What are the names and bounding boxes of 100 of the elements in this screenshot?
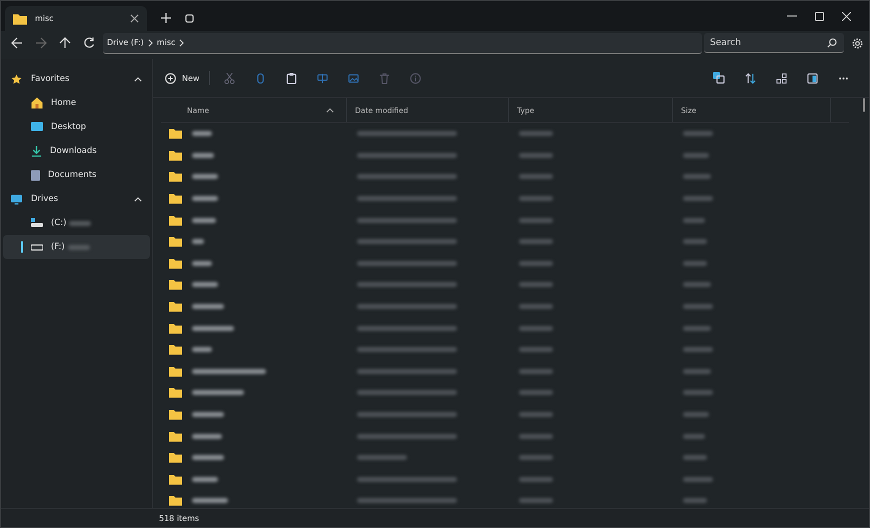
blurred-text <box>192 196 218 202</box>
blurred-text <box>192 260 212 266</box>
blurred-text <box>683 412 709 418</box>
blurred-text <box>519 239 553 244</box>
blurred-text <box>519 390 553 396</box>
blurred-text <box>519 347 553 352</box>
back-arrow-icon[interactable] <box>11 37 23 49</box>
blurred-text <box>683 131 713 136</box>
download-icon <box>31 146 42 156</box>
breadcrumb-item[interactable]: misc <box>156 38 176 47</box>
blurred-text <box>519 434 553 439</box>
minimize-icon[interactable] <box>787 15 797 17</box>
folder-icon <box>169 171 182 182</box>
folder-icon <box>169 150 182 161</box>
blurred-text <box>192 434 222 439</box>
house-icon <box>31 97 43 109</box>
blurred-text <box>683 476 713 482</box>
image-icon[interactable] <box>348 72 360 84</box>
blurred-text <box>683 434 705 439</box>
cut-icon[interactable] <box>224 72 236 84</box>
folder-icon <box>169 322 182 334</box>
blurred-text <box>683 455 707 460</box>
blurred-text <box>683 347 713 352</box>
refresh-icon[interactable] <box>83 37 95 49</box>
sort-icon[interactable] <box>745 72 756 84</box>
blurred-text <box>192 455 224 460</box>
close-icon[interactable] <box>130 14 139 23</box>
more-icon[interactable] <box>838 76 849 80</box>
preview-pane-icon[interactable] <box>807 72 818 84</box>
blurred-text <box>519 476 553 482</box>
blurred-text <box>192 326 234 331</box>
selection-icon[interactable] <box>713 72 725 84</box>
chevron-icon <box>179 38 184 46</box>
blurred-text <box>519 368 553 374</box>
folder-icon <box>169 474 182 485</box>
blurred-text <box>192 347 212 352</box>
blurred-text <box>519 196 553 202</box>
blurred-text <box>683 260 707 266</box>
folder-icon <box>13 12 27 24</box>
clipboard-icon[interactable] <box>286 72 298 84</box>
copy-icon[interactable] <box>255 72 266 84</box>
new-button[interactable]: New <box>159 68 206 88</box>
sidebar-section-header[interactable]: Favorites <box>1 67 152 91</box>
chevron-icon <box>148 38 153 46</box>
blurred-text <box>192 304 224 310</box>
folder-icon <box>169 193 182 204</box>
desktop-icon <box>31 122 43 132</box>
blurred-text <box>683 498 707 504</box>
blurred-text <box>683 239 707 244</box>
settings-icon[interactable] <box>852 38 863 48</box>
sidebar-item[interactable]: Documents <box>3 163 150 187</box>
folder-icon <box>169 258 182 269</box>
blurred-text <box>192 239 204 244</box>
blurred-text <box>683 218 705 223</box>
blurred-text <box>683 282 711 288</box>
folder-icon <box>169 430 182 442</box>
blurred-text <box>683 174 711 180</box>
folder-icon <box>169 387 182 398</box>
scrollbar-thumb[interactable] <box>863 98 865 112</box>
sidebar-item[interactable]: Home <box>3 91 150 115</box>
forward-arrow-icon[interactable] <box>35 37 47 49</box>
blurred-text <box>192 152 214 158</box>
monitor-icon <box>11 194 22 204</box>
blurred-text <box>192 282 218 288</box>
duplicate-window-icon[interactable] <box>185 14 194 23</box>
drive-icon <box>31 242 43 252</box>
add-tab-icon[interactable] <box>161 13 171 23</box>
sidebar-item[interactable]: (C:) <box>3 211 150 235</box>
blurred-text <box>192 218 216 223</box>
folder-tab[interactable]: misc <box>5 6 147 31</box>
blurred-text <box>519 326 553 331</box>
up-arrow-icon[interactable] <box>59 37 71 49</box>
search-field[interactable]: Search <box>704 33 844 53</box>
document-icon <box>31 170 40 180</box>
address-bar[interactable]: Drive (F:) misc <box>103 32 702 54</box>
info-icon[interactable] <box>410 72 422 84</box>
maximize-icon[interactable] <box>815 12 824 20</box>
group-icon[interactable] <box>776 72 787 84</box>
folder-icon <box>169 452 182 464</box>
blurred-text <box>519 260 553 266</box>
blurred-text <box>519 282 553 288</box>
blurred-text <box>683 326 711 331</box>
blurred-text <box>683 152 709 158</box>
folder-icon <box>169 214 182 226</box>
blurred-text <box>69 220 92 226</box>
drive-icon <box>31 218 43 228</box>
blurred-text <box>192 131 212 136</box>
blurred-text <box>519 412 553 418</box>
sidebar-item[interactable]: Downloads <box>3 139 150 163</box>
item-count: 518 items <box>159 514 200 522</box>
trash-icon[interactable] <box>379 72 390 84</box>
sidebar-item[interactable]: (F:) <box>3 235 150 259</box>
sidebar-section-header[interactable]: Drives <box>1 187 152 211</box>
folder-icon <box>169 301 182 312</box>
rename-icon[interactable] <box>317 72 328 84</box>
blurred-text <box>519 131 553 136</box>
sort-caret-icon <box>326 108 334 112</box>
folder-icon <box>169 366 182 377</box>
breadcrumb-item[interactable]: Drive (F:) <box>107 38 144 47</box>
sidebar-item[interactable]: Desktop <box>3 115 150 139</box>
